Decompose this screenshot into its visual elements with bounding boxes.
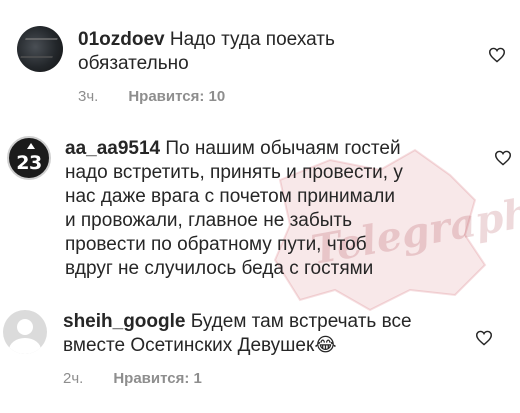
comment-time[interactable]: 3ч. bbox=[78, 88, 98, 105]
comment-text: надо встретить, принять и провести, у bbox=[65, 162, 403, 183]
comment-meta: 3ч. Нравится: 10 bbox=[78, 88, 225, 105]
comment-text: Будем там встречать все bbox=[185, 311, 412, 332]
comment-text: провести по обратному пути, чтоб bbox=[65, 234, 367, 255]
comment-text: нас даже врага с почетом принимали bbox=[65, 186, 395, 207]
heart-outline-icon[interactable] bbox=[488, 47, 506, 63]
comment-body: aa_aa9514 По нашим обычаям гостей надо в… bbox=[65, 137, 403, 281]
comment-text: и провожали, главное не забыть bbox=[65, 210, 353, 231]
heart-outline-icon[interactable] bbox=[494, 150, 512, 166]
laughing-emoji: 😂 bbox=[314, 335, 337, 356]
comment-username[interactable]: aa_aa9514 bbox=[65, 138, 160, 159]
avatar-number: 23 bbox=[16, 152, 42, 174]
comment-time[interactable]: 2ч. bbox=[63, 370, 83, 387]
avatar[interactable]: 23 bbox=[7, 136, 51, 180]
comment-text: По нашим обычаям гостей bbox=[160, 138, 401, 159]
avatar[interactable] bbox=[17, 26, 63, 72]
comment-text: Надо туда поехать bbox=[164, 29, 335, 50]
comment-likes[interactable]: Нравится: 10 bbox=[128, 88, 225, 105]
comment-text: обязательно bbox=[78, 53, 189, 74]
heart-outline-icon[interactable] bbox=[475, 330, 493, 346]
comment-text: вдруг не случилось беда с гостями bbox=[65, 258, 374, 279]
avatar[interactable] bbox=[3, 310, 47, 354]
comment-body: 01ozdoev Надо туда поехать обязательно bbox=[78, 28, 335, 76]
comment-likes[interactable]: Нравится: 1 bbox=[113, 370, 202, 387]
comment-body: sheih_google Будем там встречать все вме… bbox=[63, 310, 412, 358]
comment-username[interactable]: 01ozdoev bbox=[78, 29, 165, 50]
comment-text: вместе Осетинских Девушек bbox=[63, 335, 315, 356]
comment-username[interactable]: sheih_google bbox=[63, 311, 185, 332]
comment-meta: 2ч. Нравится: 1 bbox=[63, 370, 202, 387]
